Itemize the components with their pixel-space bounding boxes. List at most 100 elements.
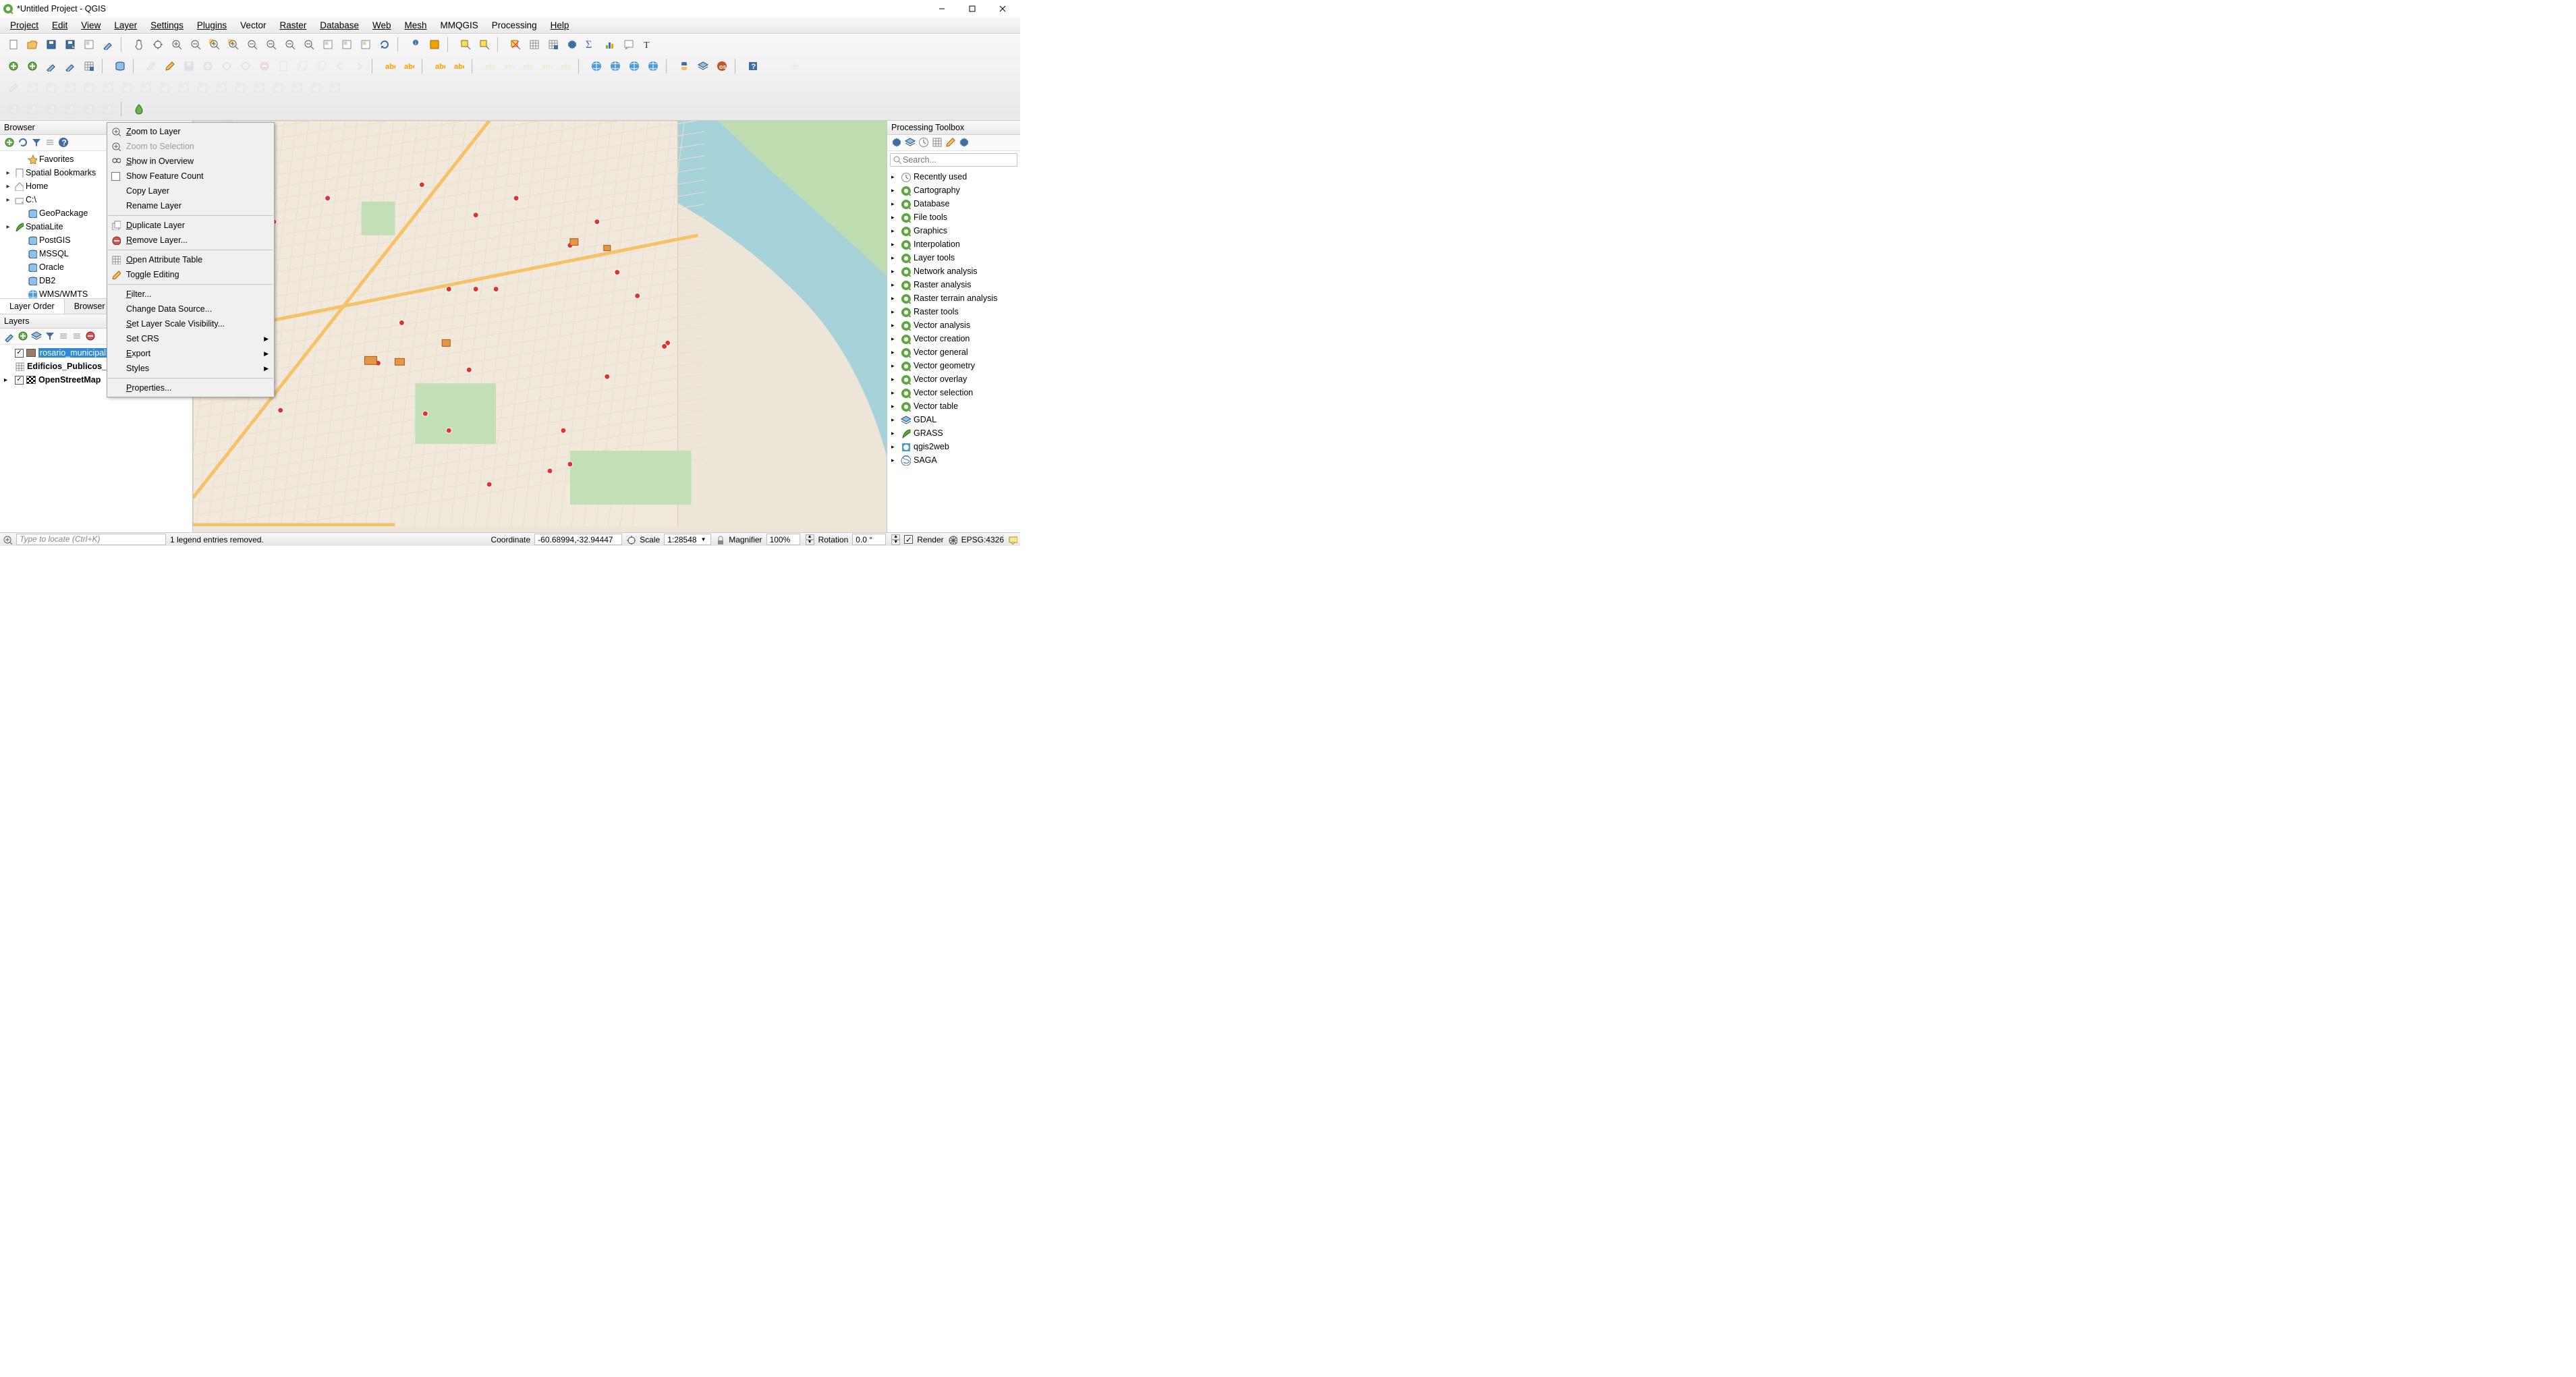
magnifier-value[interactable]: 100% <box>766 534 800 545</box>
select-by-value-button[interactable] <box>476 36 493 53</box>
new-shapefile-button[interactable] <box>43 58 59 74</box>
stats-button[interactable] <box>583 36 599 53</box>
enable-properties-icon[interactable] <box>58 137 69 148</box>
menu-raster[interactable]: Raster <box>273 18 312 32</box>
menu-web[interactable]: Web <box>366 18 397 32</box>
coord-value[interactable]: -60.68994,-32.94447 <box>534 534 622 545</box>
label-options-button[interactable] <box>451 58 467 74</box>
text-annotation-button[interactable] <box>640 36 656 53</box>
field-calc-button[interactable] <box>545 36 561 53</box>
layer-context-menu[interactable]: Zoom to LayerZoom to SelectionShow in Ov… <box>107 122 275 397</box>
labeling-button[interactable] <box>382 58 398 74</box>
zoom-in-button[interactable] <box>169 36 185 53</box>
lock-scale-icon[interactable] <box>715 535 725 544</box>
zoom-full-button[interactable] <box>206 36 223 53</box>
context-menu-item[interactable]: Duplicate Layer <box>107 218 274 233</box>
locator-icon[interactable] <box>3 535 12 544</box>
processing-search-input[interactable] <box>891 155 1017 165</box>
processing-group[interactable]: ▸Raster analysis <box>887 278 1020 291</box>
processing-model-icon[interactable] <box>905 137 916 148</box>
processing-group[interactable]: ▸Interpolation <box>887 237 1020 251</box>
processing-group[interactable]: ▸Layer tools <box>887 251 1020 264</box>
rotation-value[interactable]: 0.0 ° <box>852 534 886 545</box>
zoom-out-button[interactable] <box>188 36 204 53</box>
filter-legend-icon[interactable] <box>45 331 56 342</box>
processing-group[interactable]: ▸Cartography <box>887 184 1020 197</box>
context-menu-item[interactable]: Export▶ <box>107 346 274 361</box>
menu-project[interactable]: Project <box>4 18 45 32</box>
help-button[interactable] <box>745 58 761 74</box>
context-menu-item[interactable]: Set CRS▶ <box>107 331 274 346</box>
paint-button[interactable] <box>131 101 147 117</box>
menu-layer[interactable]: Layer <box>108 18 143 32</box>
menu-mesh[interactable]: Mesh <box>399 18 433 32</box>
label-highlight-button[interactable] <box>401 58 417 74</box>
minimize-button[interactable] <box>926 0 957 18</box>
processing-group[interactable]: ▸SAGA <box>887 453 1020 467</box>
context-menu-item[interactable]: Set Layer Scale Visibility... <box>107 316 274 331</box>
menu-processing[interactable]: Processing <box>486 18 543 32</box>
measure-button[interactable] <box>602 36 618 53</box>
magnifier-spinner[interactable]: ▲▼ <box>806 534 814 545</box>
processing-group[interactable]: ▸Vector table <box>887 399 1020 413</box>
context-menu-item[interactable]: Filter... <box>107 287 274 302</box>
processing-group[interactable]: ▸Network analysis <box>887 264 1020 278</box>
s4-button[interactable] <box>62 101 78 117</box>
zoom-selection-button[interactable] <box>225 36 242 53</box>
processing-group[interactable]: ▸Vector geometry <box>887 359 1020 372</box>
layer-visibility-checkbox[interactable]: ✓ <box>15 376 24 385</box>
s2-button[interactable] <box>24 101 40 117</box>
save-project-button[interactable] <box>43 36 59 53</box>
context-menu-item[interactable]: Toggle Editing <box>107 267 274 282</box>
zoom-next-button[interactable] <box>301 36 317 53</box>
processing-group[interactable]: ▸Raster terrain analysis <box>887 291 1020 305</box>
new-geopackage-button[interactable] <box>62 58 78 74</box>
open-project-button[interactable] <box>24 36 40 53</box>
refresh-icon[interactable] <box>18 137 29 148</box>
map-canvas[interactable] <box>193 121 887 532</box>
context-menu-item[interactable]: Copy Layer <box>107 184 274 198</box>
identify-button[interactable] <box>408 36 424 53</box>
layout-manager-button[interactable] <box>81 36 97 53</box>
refresh-button[interactable] <box>376 36 393 53</box>
menu-vector[interactable]: Vector <box>234 18 272 32</box>
add-vector-layer-button[interactable] <box>5 58 22 74</box>
context-menu-item[interactable]: Remove Layer... <box>107 233 274 248</box>
epsg-label[interactable]: EPSG:4326 <box>961 535 1004 544</box>
toggle-editing-button[interactable] <box>162 58 178 74</box>
add-layer-icon[interactable] <box>4 137 16 148</box>
close-button[interactable] <box>987 0 1017 18</box>
qms-geocoding-button[interactable] <box>645 58 661 74</box>
processing-group[interactable]: ▸Vector creation <box>887 332 1020 345</box>
processing-toolbox-button[interactable] <box>564 36 580 53</box>
context-menu-item[interactable]: Styles▶ <box>107 361 274 376</box>
maximize-button[interactable] <box>957 0 987 18</box>
save-as-button[interactable] <box>62 36 78 53</box>
layer-visibility-checkbox[interactable]: ✓ <box>15 349 24 358</box>
rotation-spinner[interactable]: ▲▼ <box>891 534 900 545</box>
processing-group[interactable]: ▸Raster tools <box>887 305 1020 318</box>
processing-group[interactable]: ▸Vector general <box>887 345 1020 359</box>
processing-group[interactable]: ▸Graphics <box>887 224 1020 237</box>
new-project-button[interactable] <box>5 36 22 53</box>
menu-edit[interactable]: Edit <box>46 18 74 32</box>
style-manager-button[interactable] <box>100 36 116 53</box>
processing-gear-icon[interactable] <box>891 137 903 148</box>
add-raster-layer-button[interactable] <box>24 58 40 74</box>
diagram-button[interactable] <box>432 58 448 74</box>
context-menu-item[interactable]: Show in Overview <box>107 154 274 169</box>
s3-button[interactable] <box>43 101 59 117</box>
locator-input[interactable]: Type to locate (Ctrl+K) <box>16 534 166 545</box>
processing-group[interactable]: ▸File tools <box>887 210 1020 224</box>
context-menu-item[interactable]: Change Data Source... <box>107 302 274 316</box>
collapse-all-icon[interactable] <box>45 137 56 148</box>
manage-visibility-icon[interactable] <box>31 331 43 342</box>
context-menu-item[interactable]: Rename Layer <box>107 198 274 213</box>
attribute-table-button[interactable] <box>526 36 542 53</box>
context-menu-item[interactable]: Open Attribute Table <box>107 252 274 267</box>
qms-button[interactable] <box>588 58 605 74</box>
pan-to-selection-button[interactable] <box>150 36 166 53</box>
context-menu-item[interactable]: Properties... <box>107 381 274 395</box>
processing-results-icon[interactable] <box>932 137 943 148</box>
snap-button[interactable] <box>5 101 22 117</box>
